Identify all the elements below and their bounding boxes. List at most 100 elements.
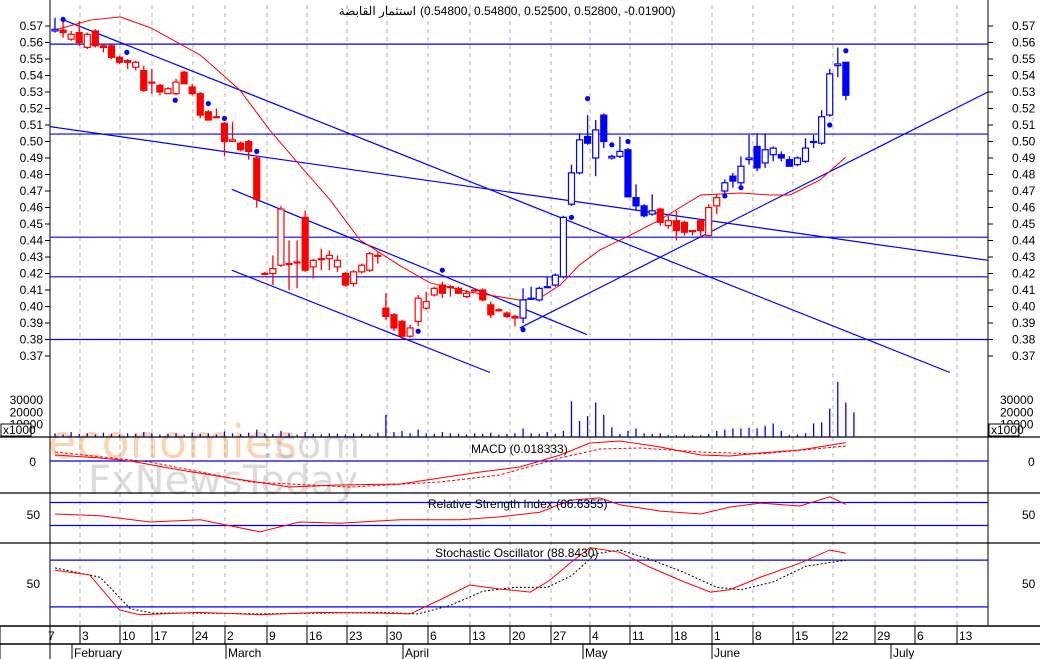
stoch-axis-right: 50 [1022, 577, 1036, 591]
price-label-left: 0.52 [20, 102, 44, 116]
candle [245, 139, 253, 160]
candle-body [99, 45, 108, 49]
candle [301, 210, 309, 272]
candle-body [608, 155, 616, 159]
candle [713, 194, 721, 215]
candle-body [430, 287, 438, 296]
candle [664, 215, 672, 229]
price-label-right: 0.54 [1012, 69, 1036, 83]
rsi-axis-right: 50 [1022, 508, 1036, 522]
month-label: June [714, 646, 740, 659]
candle-body [115, 56, 124, 63]
price-label-left: 0.43 [20, 250, 44, 264]
fractal-marker [60, 16, 66, 22]
candle [107, 44, 116, 59]
fractal-marker [568, 214, 575, 220]
month-label: April [405, 646, 429, 659]
candle [737, 156, 745, 188]
candle [769, 146, 777, 162]
week-label: 11 [632, 629, 645, 643]
candle [99, 44, 108, 53]
stoch-label: Stochastic Oscillator (88.8430) [435, 546, 598, 560]
chart-title-ohlc: (0.54800, 0.54800, 0.52500, 0.52800, -0.… [420, 4, 676, 18]
candle-body [471, 289, 479, 292]
macd-label: MACD (0.018333) [471, 442, 568, 456]
candle-body [164, 88, 172, 95]
candle-body [648, 210, 656, 215]
candle-body [656, 208, 664, 223]
candle [212, 108, 220, 119]
candle [616, 136, 624, 158]
candle-body [624, 149, 632, 198]
candle [446, 285, 455, 297]
stock-chart[interactable]: economies.comFxNewsToday(0.54800, 0.5480… [0, 0, 1040, 659]
candle-body [414, 297, 422, 322]
candle [793, 156, 802, 167]
candle [237, 141, 245, 152]
week-label: 2 [227, 629, 234, 643]
price-label-left: 0.38 [20, 333, 44, 347]
price-label-left: 0.48 [20, 168, 44, 182]
price-label-left: 0.50 [20, 135, 44, 149]
candle-body [640, 205, 648, 217]
candle [454, 286, 463, 294]
trend-line [50, 126, 988, 261]
candle-body [204, 111, 212, 121]
price-label-left: 0.39 [20, 316, 44, 330]
candle-body [148, 81, 156, 84]
candle [115, 55, 124, 64]
price-label-right: 0.47 [1012, 184, 1036, 198]
candle [430, 286, 438, 297]
candle-body [793, 157, 802, 166]
candle [390, 313, 398, 332]
candle [801, 138, 810, 163]
candle [156, 83, 164, 96]
week-label: 24 [195, 629, 209, 643]
candle-body [818, 116, 826, 144]
candle-body [753, 145, 761, 169]
candle [753, 133, 761, 172]
price-label-right: 0.44 [1012, 234, 1036, 248]
candle [91, 29, 99, 48]
fractal-marker [827, 122, 833, 128]
candle-body [543, 286, 551, 289]
candle [317, 248, 325, 271]
candle-body [559, 216, 568, 278]
price-label-left: 0.45 [20, 217, 44, 231]
price-label-right: 0.39 [1012, 316, 1036, 330]
candle-body [745, 157, 753, 161]
price-label-right: 0.38 [1012, 333, 1036, 347]
candle-body [600, 114, 608, 143]
candle-body [479, 289, 487, 301]
candle-body [285, 263, 293, 266]
fractal-marker [738, 185, 744, 191]
candle-body [495, 309, 503, 312]
price-label-right: 0.55 [1012, 52, 1036, 66]
price-label-right: 0.37 [1012, 349, 1036, 363]
candle-body [422, 300, 430, 309]
candle-body [769, 147, 777, 156]
candle [374, 252, 382, 264]
week-label: 4 [592, 629, 599, 643]
chart-title-name: استثمار القابضة [339, 4, 416, 18]
price-label-left: 0.41 [20, 283, 44, 297]
candle [333, 255, 342, 272]
trend-line [231, 269, 491, 374]
candle-body [382, 307, 390, 317]
candle-body [446, 286, 455, 289]
candle-body [132, 61, 140, 68]
candle [624, 148, 632, 198]
candle-body [156, 84, 164, 93]
candle-body [358, 264, 366, 273]
candle-body [107, 45, 116, 58]
candle-body [454, 287, 463, 294]
candle-body [325, 254, 333, 260]
week-label: 16 [309, 629, 323, 643]
week-label: 6 [917, 629, 924, 643]
candle [164, 87, 172, 95]
candle [349, 270, 358, 287]
candle [575, 133, 584, 175]
week-label: 3 [82, 629, 89, 643]
candle-body [51, 28, 59, 32]
candle [640, 204, 648, 218]
